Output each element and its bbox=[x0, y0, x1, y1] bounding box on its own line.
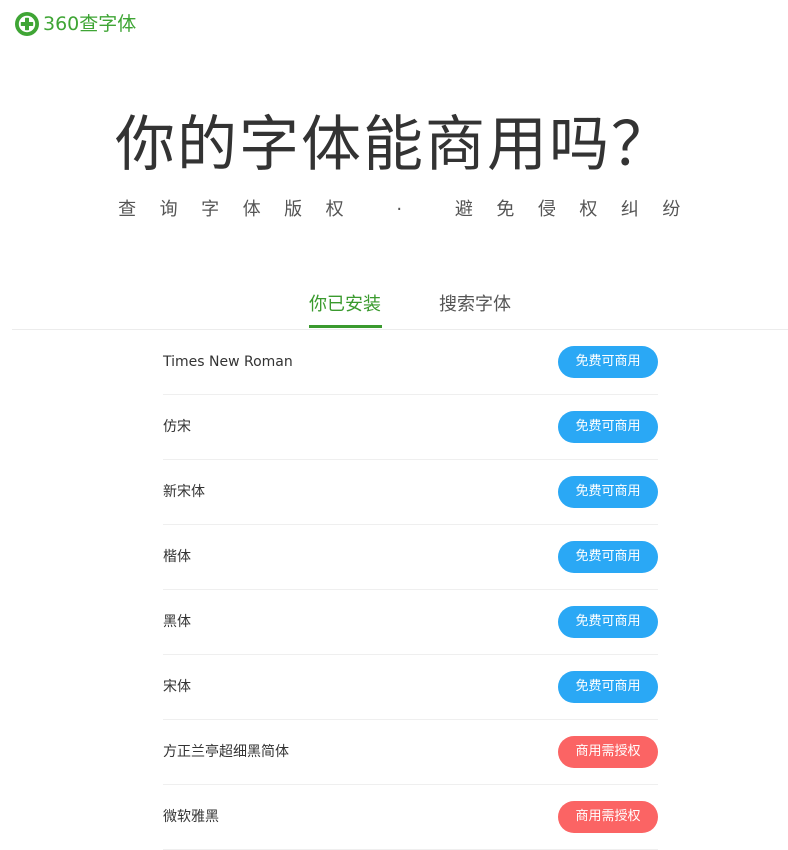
list-item: 宋体 免费可商用 bbox=[163, 655, 658, 720]
font-list: Times New Roman 免费可商用 仿宋 免费可商用 新宋体 免费可商用… bbox=[163, 330, 658, 850]
page-subtitle: 查询字体版权 · 避免侵权纠纷 bbox=[118, 199, 704, 220]
active-tab-indicator bbox=[309, 325, 382, 328]
font-name[interactable]: 仿宋 bbox=[163, 417, 191, 437]
tab-bar: 你已安装 搜索字体 bbox=[12, 285, 788, 330]
font-name[interactable]: 楷体 bbox=[163, 547, 191, 567]
license-status-badge[interactable]: 免费可商用 bbox=[558, 606, 658, 638]
list-item: 仿宋 免费可商用 bbox=[163, 395, 658, 460]
license-status-badge[interactable]: 免费可商用 bbox=[558, 346, 658, 378]
logo[interactable]: 360查字体 bbox=[14, 11, 136, 37]
license-status-badge[interactable]: 免费可商用 bbox=[558, 411, 658, 443]
license-status-badge[interactable]: 商用需授权 bbox=[558, 736, 658, 768]
list-item: Times New Roman 免费可商用 bbox=[163, 330, 658, 395]
font-name[interactable]: 黑体 bbox=[163, 612, 191, 632]
license-status-badge[interactable]: 商用需授权 bbox=[558, 801, 658, 833]
list-item: 方正兰亭超细黑简体 商用需授权 bbox=[163, 720, 658, 785]
plus-circle-icon bbox=[15, 12, 39, 36]
page-title: 你的字体能商用吗？ bbox=[115, 110, 673, 180]
tab-search-fonts[interactable]: 搜索字体 bbox=[439, 291, 511, 319]
font-name[interactable]: 宋体 bbox=[163, 677, 191, 697]
font-name[interactable]: Times New Roman bbox=[163, 352, 293, 372]
list-item: 楷体 免费可商用 bbox=[163, 525, 658, 590]
font-name[interactable]: 方正兰亭超细黑简体 bbox=[163, 742, 289, 762]
logo-text: 360查字体 bbox=[43, 13, 137, 35]
license-status-badge[interactable]: 免费可商用 bbox=[558, 476, 658, 508]
list-item: 新宋体 免费可商用 bbox=[163, 460, 658, 525]
list-item: 微软雅黑 商用需授权 bbox=[163, 785, 658, 850]
tab-installed[interactable]: 你已安装 bbox=[309, 291, 381, 319]
font-name[interactable]: 微软雅黑 bbox=[163, 807, 219, 827]
license-status-badge[interactable]: 免费可商用 bbox=[558, 541, 658, 573]
license-status-badge[interactable]: 免费可商用 bbox=[558, 671, 658, 703]
font-name[interactable]: 新宋体 bbox=[163, 482, 205, 502]
list-item: 黑体 免费可商用 bbox=[163, 590, 658, 655]
